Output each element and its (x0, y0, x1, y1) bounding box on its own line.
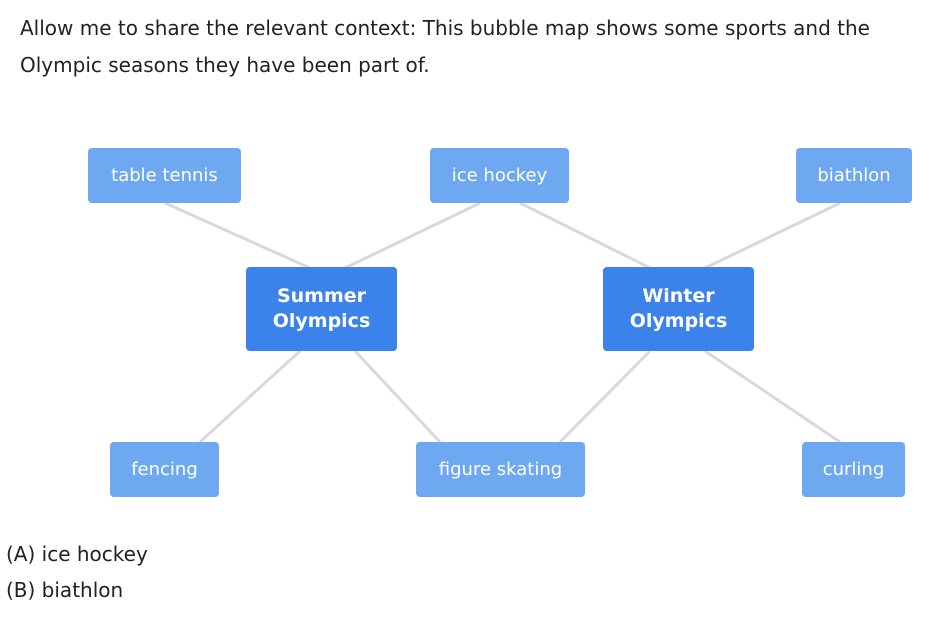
choice-a[interactable]: (A) ice hockey (6, 536, 148, 572)
node-fencing: fencing (110, 442, 219, 497)
bubble-map-connections (164, 201, 841, 444)
edge-figure-skating-winter (558, 349, 652, 444)
edge-table-tennis-summer (164, 201, 311, 270)
node-biathlon: biathlon (796, 148, 912, 203)
node-ice-hockey: ice hockey (430, 148, 569, 203)
edge-ice-hockey-summer (344, 201, 481, 270)
edge-curling-winter (704, 349, 841, 444)
edge-biathlon-winter (704, 201, 841, 270)
node-table-tennis: table tennis (88, 148, 241, 203)
choice-b[interactable]: (B) biathlon (6, 572, 148, 608)
node-curling: curling (802, 442, 905, 497)
node-figure-skating: figure skating (416, 442, 585, 497)
node-summer-olympics: Summer Olympics (246, 267, 397, 351)
edge-figure-skating-summer (353, 349, 442, 444)
edge-fencing-summer (198, 349, 302, 444)
edge-ice-hockey-winter (519, 201, 651, 270)
answer-choices: (A) ice hockey (B) biathlon (6, 536, 148, 608)
node-winter-olympics: Winter Olympics (603, 267, 754, 351)
